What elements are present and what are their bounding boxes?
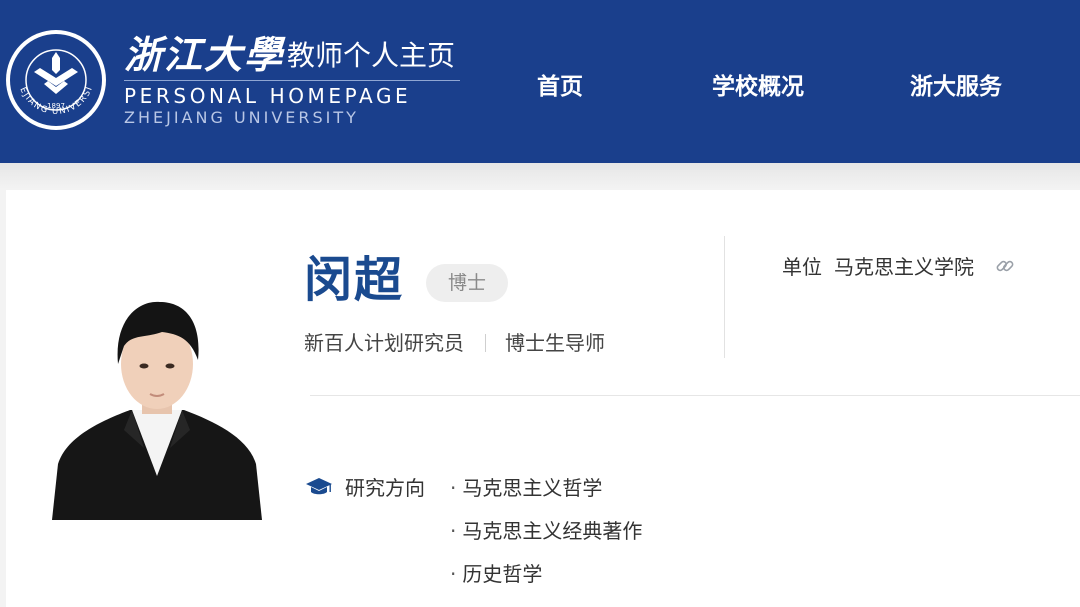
research-direction-list: 马克思主义哲学 马克思主义经典著作 历史哲学 bbox=[450, 472, 642, 601]
nav-home[interactable]: 首页 bbox=[537, 70, 583, 104]
research-item: 历史哲学 bbox=[450, 558, 642, 601]
degree-badge: 博士 bbox=[426, 264, 508, 302]
profile-photo bbox=[52, 298, 262, 520]
unit-label: 单位 bbox=[782, 255, 822, 279]
logo-divider bbox=[124, 80, 460, 81]
graduation-cap-icon bbox=[306, 478, 332, 495]
research-item: 马克思主义哲学 bbox=[450, 472, 642, 515]
vertical-divider bbox=[724, 236, 725, 358]
nav-zju-services[interactable]: 浙大服务 bbox=[910, 70, 1002, 104]
link-icon[interactable] bbox=[994, 255, 1016, 277]
profile-name: 闵超 bbox=[304, 252, 405, 308]
research-item: 马克思主义经典著作 bbox=[450, 515, 642, 558]
nav-university-overview[interactable]: 学校概况 bbox=[712, 70, 804, 104]
title-separator bbox=[485, 334, 486, 352]
section-divider bbox=[310, 395, 1080, 396]
title-researcher: 新百人计划研究员 bbox=[304, 331, 464, 355]
profile-titles: 新百人计划研究员 博士生导师 bbox=[304, 327, 605, 359]
unit-value: 马克思主义学院 bbox=[834, 255, 974, 279]
homepage-subtitle-cn: 教师个人主页 bbox=[287, 39, 456, 72]
university-seal-logo[interactable]: 1897 ZHEJIANG UNIVERSITY bbox=[4, 28, 108, 132]
header-shadow bbox=[0, 163, 1080, 189]
site-header: 1897 ZHEJIANG UNIVERSITY 浙江大學 教师个人主页 PER… bbox=[0, 0, 1080, 163]
title-phd-supervisor: 博士生导师 bbox=[505, 331, 605, 355]
unit-info: 单位 马克思主义学院 bbox=[782, 252, 1016, 282]
university-name-en: ZHEJIANG UNIVERSITY bbox=[124, 108, 359, 127]
university-name-cn: 浙江大學 bbox=[124, 32, 285, 77]
research-direction-label: 研究方向 bbox=[345, 476, 425, 500]
homepage-subtitle-en: PERSONAL HOMEPAGE bbox=[124, 84, 412, 108]
